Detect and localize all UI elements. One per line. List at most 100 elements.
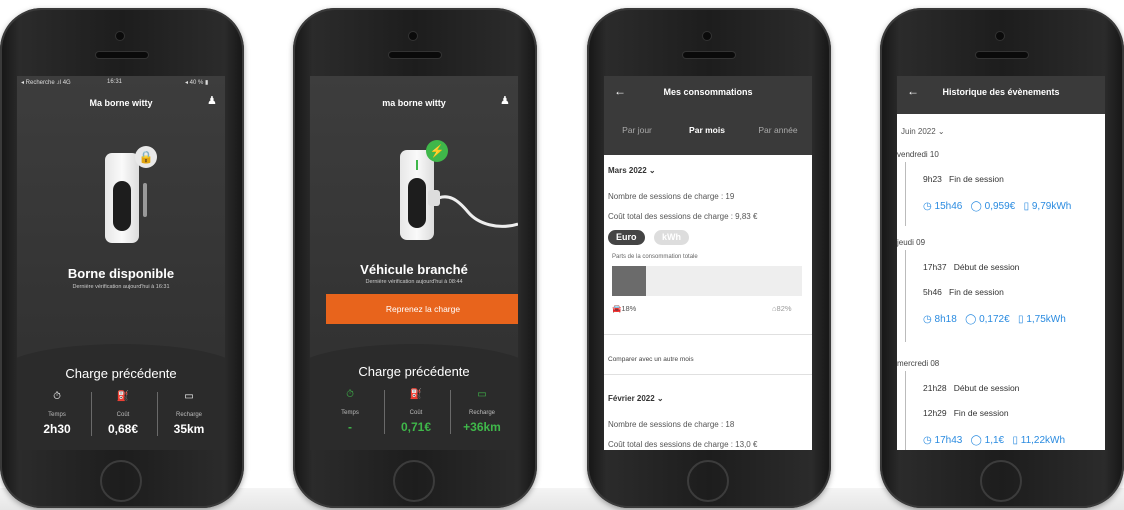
page-title: ma borne witty <box>382 98 446 108</box>
euro-icon: ◯ <box>970 435 985 446</box>
cost-icon: ⛽ <box>409 389 423 400</box>
status-battery: ◂ 40 % ▮ <box>185 80 209 86</box>
speaker <box>96 52 148 58</box>
event-time: 5h46 <box>923 287 942 297</box>
camera <box>116 32 124 40</box>
stat-cost: 1,1€ <box>984 435 1005 446</box>
event-text: Fin de session <box>949 174 1004 184</box>
event-row: 5h46 Fin de session <box>923 287 1004 297</box>
screen-borne-disponible: ◂ Recherche .ıl 4G 16:31 ◂ 40 % ▮ Ma bor… <box>17 76 225 450</box>
timer-icon: ◷ <box>923 201 935 212</box>
user-icon[interactable]: ♟ <box>207 94 217 107</box>
status-time: 16:31 <box>107 79 123 85</box>
event-text: Fin de session <box>949 287 1004 297</box>
compare-link[interactable]: Comparer avec un autre mois <box>608 356 694 363</box>
month-selector[interactable]: Juin 2022 ⌄ <box>901 127 945 136</box>
battery-icon: ▯ <box>1012 435 1021 446</box>
car-icon: 🚘 <box>612 304 622 313</box>
tab-par-annee[interactable]: Par année <box>744 125 812 135</box>
battery-icon: ▭ <box>477 389 487 400</box>
share-bar-car-fill <box>612 266 647 296</box>
home-share-value: 82% <box>776 304 792 313</box>
phone-1: ◂ Recherche .ıl 4G 16:31 ◂ 40 % ▮ Ma bor… <box>0 8 244 508</box>
tab-par-mois[interactable]: Par mois <box>674 125 740 135</box>
stat-value-recharge: 35km <box>173 422 205 436</box>
timeline-line <box>905 250 906 342</box>
stat-label-cout: Coût <box>116 412 130 418</box>
euro-icon: ◯ <box>970 201 985 212</box>
timeline-line <box>905 371 906 450</box>
camera <box>996 32 1004 40</box>
charger-illustration <box>105 153 147 243</box>
page-title: Historique des évènements <box>942 87 1060 97</box>
event-time: 9h23 <box>923 174 942 184</box>
stat-label-recharge: Recharge <box>468 410 495 416</box>
event-row: 12h29 Fin de session <box>923 408 1009 418</box>
divider <box>157 392 158 436</box>
share-label: Parts de la consommation totale <box>612 254 698 260</box>
event-text: Début de session <box>953 262 1020 272</box>
plug-icon: ⚡ <box>426 140 448 162</box>
toggle-euro[interactable]: Euro <box>608 230 645 245</box>
stat-label-temps: Temps <box>48 412 66 418</box>
sub-status: Dernière vérification aujourd'hui à 08:4… <box>365 279 463 285</box>
month-selector-2[interactable]: Février 2022 ⌄ <box>608 394 664 403</box>
sessions-cost: Coût total des sessions de charge : 9,83… <box>608 212 758 221</box>
page-title: Ma borne witty <box>89 98 153 108</box>
battery-icon: ▯ <box>1023 201 1032 212</box>
car-share: 🚘18% <box>612 304 636 313</box>
status-carrier: ◂ Recherche .ıl 4G <box>21 80 71 86</box>
camera <box>703 32 711 40</box>
phone-4: ← Historique des évènements Juin 2022 ⌄ … <box>880 8 1124 508</box>
event-row: 17h37 Début de session <box>923 262 1019 272</box>
sub-status: Dernière vérification aujourd'hui à 16:3… <box>72 284 170 290</box>
event-time: 17h37 <box>923 262 947 272</box>
stats-row: ◷ 17h43 ◯ 1,1€ ▯ 11,22kWh <box>923 435 1065 446</box>
share-bar <box>612 266 802 296</box>
divider <box>384 390 385 434</box>
timer-icon: ◷ <box>923 435 935 446</box>
page-title: Mes consommations <box>663 87 753 97</box>
stats-row: ◷ 15h46 ◯ 0,959€ ▯ 9,79kWh <box>923 201 1071 212</box>
divider <box>91 392 92 436</box>
home-button[interactable] <box>100 460 142 502</box>
stat-energy: 11,22kWh <box>1020 435 1066 446</box>
tab-par-jour[interactable]: Par jour <box>604 125 670 135</box>
stat-label-cout: Coût <box>409 410 423 416</box>
home-button[interactable] <box>393 460 435 502</box>
toggle-kwh[interactable]: kWh <box>654 230 689 245</box>
sessions-count: Nombre de sessions de charge : 19 <box>608 192 735 201</box>
day-label: jeudi 09 <box>897 238 926 247</box>
stat-energy: 1,75kWh <box>1026 314 1066 325</box>
sessions-count-2: Nombre de sessions de charge : 18 <box>608 420 735 429</box>
divider <box>450 390 451 434</box>
stat-duration: 17h43 <box>934 435 963 446</box>
home-share: ⌂82% <box>772 304 792 313</box>
stat-value-recharge: +36km <box>463 420 501 434</box>
user-icon[interactable]: ♟ <box>500 94 510 107</box>
stat-label-recharge: Recharge <box>175 412 202 418</box>
resume-charge-button[interactable]: Reprenez la charge <box>326 294 518 324</box>
month-selector[interactable]: Mars 2022 ⌄ <box>608 166 656 175</box>
sessions-cost-2: Coût total des sessions de charge : 13,0… <box>608 440 758 449</box>
euro-icon: ◯ <box>965 314 980 325</box>
battery-icon: ▭ <box>184 391 194 402</box>
divider <box>604 374 812 375</box>
section-title: Charge précédente <box>358 364 470 379</box>
event-time: 21h28 <box>923 383 947 393</box>
divider <box>604 334 812 335</box>
stat-value-temps: 2h30 <box>43 422 71 436</box>
timer-icon: ◷ <box>923 314 935 325</box>
screen-vehicule-branche: ma borne witty ♟ ⚡ Véhicule branché Dern… <box>310 76 518 450</box>
screen-historique: ← Historique des évènements Juin 2022 ⌄ … <box>897 76 1105 450</box>
home-button[interactable] <box>687 460 729 502</box>
timeline-line <box>905 162 906 226</box>
stat-cost: 0,172€ <box>979 314 1010 325</box>
speaker <box>976 52 1028 58</box>
stat-value-temps: - <box>348 420 352 434</box>
event-text: Fin de session <box>953 408 1009 418</box>
stats-row: ◷ 8h18 ◯ 0,172€ ▯ 1,75kWh <box>923 314 1066 325</box>
phone-3: ← Mes consommations Par jour Par mois Pa… <box>587 8 831 508</box>
cost-icon: ⛽ <box>116 391 130 402</box>
home-button[interactable] <box>980 460 1022 502</box>
